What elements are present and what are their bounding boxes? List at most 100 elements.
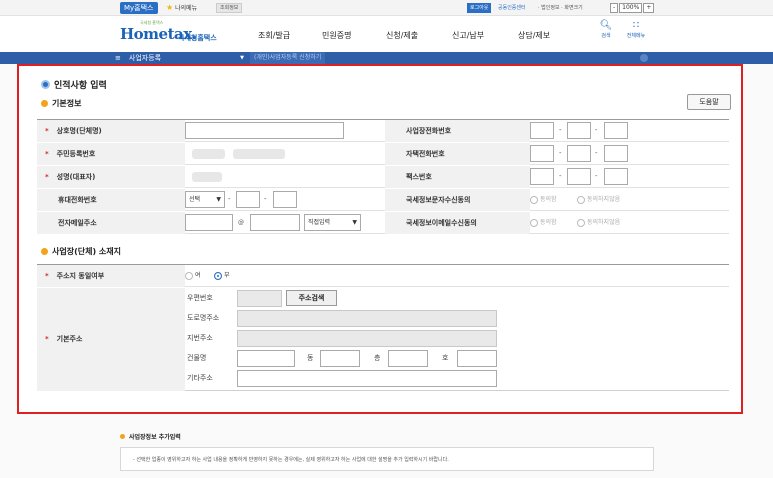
breadcrumb[interactable]: (개인)사업자등록 신청하기 xyxy=(250,52,326,64)
biz-phone-1-input[interactable] xyxy=(530,122,554,139)
nav-menu-dropdown[interactable]: ≡ 사업자등록 ▼ xyxy=(115,52,250,64)
zoom-in-button[interactable]: + xyxy=(643,3,655,13)
nav-circle-icon[interactable] xyxy=(640,54,648,62)
building-label: 건물명 xyxy=(187,354,207,362)
fax-1-input[interactable] xyxy=(530,168,554,185)
tax-info-button[interactable]: 조회정보 xyxy=(216,3,243,13)
search-label: 검색 xyxy=(601,33,611,39)
help-button[interactable]: 도움말 xyxy=(687,94,731,110)
gnb-inquiry[interactable]: 조회/발급 xyxy=(258,30,290,41)
row-base-address: * 기본주소 우편번호 주소검색 도로명주소 지번주소 건물명 동 층 호 기타주… xyxy=(37,288,729,391)
ho-label: 호 xyxy=(442,354,449,362)
name-masked xyxy=(192,172,222,182)
my-menu-link[interactable]: ★ 나의메뉴 xyxy=(166,2,197,14)
sms-agree-radio[interactable]: 동의함 xyxy=(530,194,557,206)
grid-menu-icon: ∷ xyxy=(632,20,640,31)
dropdown-arrow-icon: ▼ xyxy=(240,55,244,61)
label-resident-no: * 주민등록번호 xyxy=(37,143,185,165)
postal-label: 우편번호 xyxy=(187,294,213,302)
biz-phone-3-input[interactable] xyxy=(604,122,628,139)
my-hometax-button[interactable]: My홈택스 xyxy=(120,2,158,14)
dong-input[interactable] xyxy=(320,350,360,367)
radio-circle-icon xyxy=(577,196,585,204)
sms-disagree-radio[interactable]: 동의하지않음 xyxy=(577,194,620,206)
section-title: 인적사항 입력 xyxy=(41,78,107,91)
extra-info-title: 사업장정보 추가입력 xyxy=(120,432,181,441)
cert-center-link[interactable]: 공동인증센터 xyxy=(498,3,526,13)
label-same-address: * 주소지 동일여부 xyxy=(37,265,185,287)
zoom-out-button[interactable]: - xyxy=(610,3,619,13)
label-sms-consent: 국세정보문자수신동의 xyxy=(385,189,530,211)
subsection-bullet-icon xyxy=(41,100,48,107)
home-phone-2-input[interactable] xyxy=(567,145,591,162)
section-bullet-icon xyxy=(41,80,50,89)
other-address-label: 기타주소 xyxy=(187,374,213,382)
nav-menu-label: 사업자등록 xyxy=(128,54,162,62)
label-home-phone: 자택전화번호 xyxy=(385,143,530,165)
email-domain-select[interactable]: 직접입력 ▼ xyxy=(304,214,361,231)
floor-input[interactable] xyxy=(388,350,428,367)
header: 국세청 홈택스 Hometax. 국세청홈택스 조회/발급 민원증명 신청/제출… xyxy=(0,16,773,52)
radio-circle-icon xyxy=(577,219,585,227)
email-agree-radio[interactable]: 동의함 xyxy=(530,217,557,229)
building-input[interactable] xyxy=(237,350,295,367)
address-table: * 주소지 동일여부 여 부 * 기본주소 우편번호 주소검색 도로명주소 지번주소… xyxy=(37,264,729,391)
fax-2-input[interactable] xyxy=(567,168,591,185)
gnb-application[interactable]: 신청/제출 xyxy=(386,30,418,41)
user-links[interactable]: · 법인정보 · 화면크기 xyxy=(538,3,583,13)
lot-address-label: 지번주소 xyxy=(187,334,213,342)
dong-label: 동 xyxy=(307,354,314,362)
fax-3-input[interactable] xyxy=(604,168,628,185)
road-address-input xyxy=(237,310,497,327)
mobile-3-input[interactable] xyxy=(273,191,297,208)
home-phone-3-input[interactable] xyxy=(604,145,628,162)
zoom-control: - 100% + xyxy=(610,3,655,13)
gnb-certificate[interactable]: 민원증명 xyxy=(322,30,351,41)
lot-address-input xyxy=(237,330,497,347)
other-address-input[interactable] xyxy=(237,370,497,387)
mobile-prefix-select[interactable]: 선택 ▼ xyxy=(185,191,225,208)
same-address-yes-radio[interactable]: 여 xyxy=(185,270,201,282)
personal-info-form: 인적사항 입력 기본정보 도움말 * 상호명(단체명) 사업장전화번호 - - *… xyxy=(17,64,743,414)
dash: - xyxy=(228,195,231,203)
resident-no-front-masked xyxy=(192,149,225,159)
dash: - xyxy=(595,126,598,134)
logout-button[interactable]: 로그아웃 xyxy=(467,3,492,13)
zoom-value: 100% xyxy=(619,3,643,13)
email-domain-input[interactable] xyxy=(250,214,300,231)
mobile-2-input[interactable] xyxy=(236,191,260,208)
gnb-filing[interactable]: 신고/납부 xyxy=(452,30,484,41)
home-phone-1-input[interactable] xyxy=(530,145,554,162)
all-menu-label: 전체메뉴 xyxy=(626,33,646,39)
radio-circle-icon xyxy=(530,219,538,227)
address-section-title: 사업장(단체) 소재지 xyxy=(41,246,121,257)
nav-bar: ≡ 사업자등록 ▼ (개인)사업자등록 신청하기 xyxy=(0,52,773,64)
row-resident-no: * 주민등록번호 자택전화번호 - - xyxy=(37,143,729,165)
basic-info-title: 기본정보 xyxy=(41,98,81,109)
gnb-consult[interactable]: 상담/제보 xyxy=(518,30,550,41)
biz-phone-2-input[interactable] xyxy=(567,122,591,139)
row-name: * 성명(대표자) 팩스번호 - - xyxy=(37,166,729,188)
trade-name-input[interactable] xyxy=(185,122,344,139)
dash: - xyxy=(264,195,267,203)
address-section-title-text: 사업장(단체) 소재지 xyxy=(52,247,121,256)
basic-info-title-text: 기본정보 xyxy=(52,99,82,108)
all-menu-tool[interactable]: ∷ 전체메뉴 xyxy=(621,20,651,39)
subsection-bullet-icon xyxy=(120,434,125,439)
subsection-bullet-icon xyxy=(41,248,48,255)
label-name: * 성명(대표자) xyxy=(37,166,185,188)
row-email: 전자메일주소 @ 직접입력 ▼ 국세정보이메일수신동의 동의함 동의하지않음 xyxy=(37,212,729,234)
label-base-address: * 기본주소 xyxy=(37,288,185,391)
dash: - xyxy=(559,149,562,157)
search-tool[interactable]: 🔍︎ 검색 xyxy=(591,20,621,39)
email-id-input[interactable] xyxy=(185,214,233,231)
same-address-no-radio[interactable]: 부 xyxy=(214,270,230,282)
email-disagree-radio[interactable]: 동의하지않음 xyxy=(577,217,620,229)
address-search-button[interactable]: 주소검색 xyxy=(286,290,337,306)
extra-info-title-text: 사업장정보 추가입력 xyxy=(129,434,181,441)
radio-selected-icon xyxy=(214,272,222,280)
ho-input[interactable] xyxy=(457,350,497,367)
hometax-logo[interactable]: 국세청 홈택스 Hometax. 국세청홈택스 xyxy=(120,20,220,46)
label-mobile: 휴대전화번호 xyxy=(37,189,185,211)
basic-info-table: * 상호명(단체명) 사업장전화번호 - - * 주민등록번호 자택전화번호 - -… xyxy=(37,119,729,235)
